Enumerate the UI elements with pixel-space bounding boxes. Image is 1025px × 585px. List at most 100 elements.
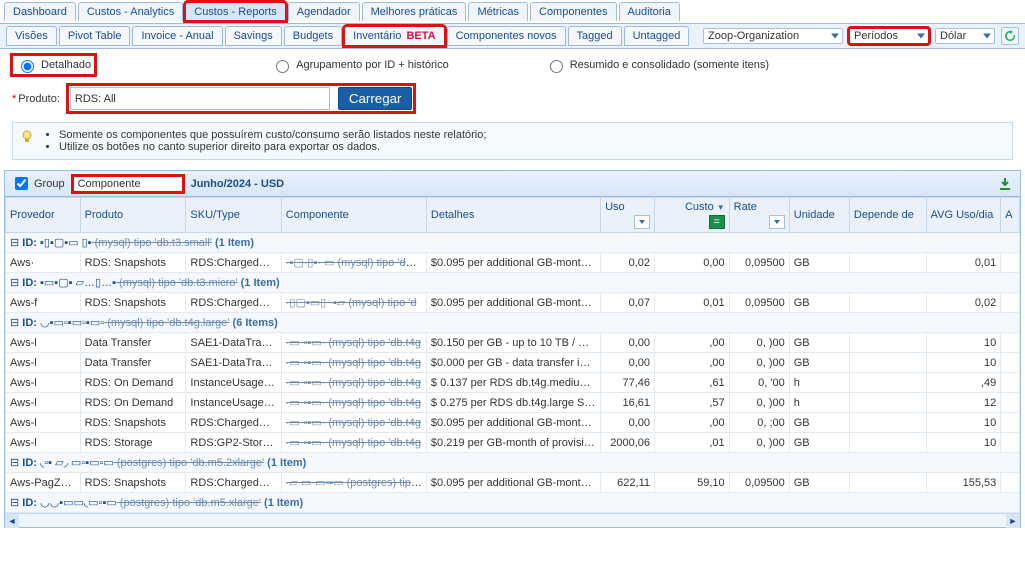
column-header[interactable]: Provedor (6, 198, 81, 233)
export-button[interactable] (996, 175, 1014, 193)
cell: InstanceUsage:… (186, 393, 281, 413)
cell: ·▪▢·▯▪· ▭ (mysql) tipo 'db.t3.s (281, 253, 426, 273)
column-header[interactable]: SKU/Type (186, 198, 281, 233)
sub-tab[interactable]: Invoice - Anual (132, 26, 222, 46)
sub-tab[interactable]: Savings (225, 26, 282, 46)
top-tab[interactable]: Custos - Reports (185, 2, 286, 21)
produto-select[interactable]: RDS: All (70, 87, 330, 110)
group-header-row[interactable]: ⊟ ID: ▪▭▪▢▪ ▱…▯…▪ (mysql) tipo 'db.t3.mi… (6, 273, 1020, 293)
table-row[interactable]: Aws-lData TransferSAE1-DataTrans…·▭·▫▪▭·… (6, 353, 1020, 373)
refresh-button[interactable] (1001, 27, 1019, 45)
view-option-summary[interactable]: Resumido e consolidado (somente itens) (545, 57, 769, 73)
filter-equals-icon[interactable]: = (709, 215, 725, 229)
radio-grouped[interactable] (276, 60, 289, 73)
sub-tab[interactable]: Tagged (568, 26, 622, 46)
column-header[interactable]: Unidade (789, 198, 849, 233)
group-checkbox[interactable]: Group (11, 174, 65, 193)
table-row[interactable]: Aws-lRDS: On DemandInstanceUsage:…·▭·▫▪▭… (6, 393, 1020, 413)
cell: RDS:ChargedBa… (186, 473, 281, 493)
info-line: Utilize os botões no canto superior dire… (59, 141, 1004, 153)
view-option-grouped[interactable]: Agrupamento por ID + histórico (271, 57, 449, 73)
sub-tab[interactable]: Budgets (284, 26, 342, 46)
column-header[interactable]: Detalhes (426, 198, 600, 233)
scroll-right-icon[interactable]: ► (1006, 514, 1020, 528)
column-header[interactable]: Custo▼= (654, 198, 729, 233)
cell: RDS: Snapshots (80, 253, 186, 273)
table-row[interactable]: Aws-lRDS: SnapshotsRDS:ChargedBa…·▭·▫▪▭·… (6, 413, 1020, 433)
cell: 2000,06 (601, 433, 655, 453)
currency-select[interactable]: Dólar (935, 28, 995, 44)
chevron-down-icon (917, 34, 925, 39)
group-select[interactable]: Componente (73, 176, 183, 192)
group-header-row[interactable]: ⊟ ID: ◡◡▪▭▭◟▭▫▪▭ (postgres) tipo 'db.m5.… (6, 493, 1020, 513)
cell: InstanceUsage:… (186, 373, 281, 393)
cell: h (789, 393, 849, 413)
cell: ·▭·▫▪▭· (mysql) tipo 'db.t4g (281, 333, 426, 353)
column-header[interactable]: Uso (601, 198, 655, 233)
cell: 10 (926, 413, 1001, 433)
column-header[interactable]: Depende de (849, 198, 926, 233)
cell: RDS:ChargedBa… (186, 253, 281, 273)
org-select[interactable]: Zoop-Organization (703, 28, 843, 44)
cell: RDS: Snapshots (80, 473, 186, 493)
group-header-row[interactable]: ⊟ ID: ◟▫▪ ▱◞ ▭▫▪▭▫▭ (postgres) tipo 'db.… (6, 453, 1020, 473)
column-header[interactable]: Rate (729, 198, 789, 233)
scroll-left-icon[interactable]: ◄ (5, 514, 19, 528)
cell: $0.150 per GB - up to 10 TB / mont… (426, 333, 600, 353)
cell: 0,07 (601, 293, 655, 313)
column-header[interactable]: Produto (80, 198, 186, 233)
cell: 0,01 (926, 253, 1001, 273)
cell: 0, )00 (729, 433, 789, 453)
filter-dropdown-icon[interactable] (769, 215, 785, 229)
top-tab[interactable]: Dashboard (4, 2, 76, 21)
cell: ,61 (654, 373, 729, 393)
horizontal-scrollbar[interactable]: ◄ ► (5, 513, 1020, 527)
cell: $0.095 per additional GB-month of … (426, 473, 600, 493)
column-header[interactable]: Componente (281, 198, 426, 233)
table-row[interactable]: Aws-lRDS: On DemandInstanceUsage:…·▭·▫▪▭… (6, 373, 1020, 393)
sub-tab[interactable]: Untagged (624, 26, 690, 46)
top-tab[interactable]: Métricas (468, 2, 528, 21)
sub-tab[interactable]: Pivot Table (59, 26, 131, 46)
cell: 0, ;00 (729, 413, 789, 433)
top-tab[interactable]: Agendador (288, 2, 360, 21)
table-row[interactable]: Aws-PagZoopRDS: SnapshotsRDS:ChargedBa…·… (6, 473, 1020, 493)
table-row[interactable]: Aws-fRDS: SnapshotsRDS:ChargedBa…·▯▢▪▭▯ … (6, 293, 1020, 313)
cell: 0,00 (601, 353, 655, 373)
top-tab[interactable]: Auditoria (619, 2, 680, 21)
cell: 0,01 (654, 293, 729, 313)
cell: ·▭·▫▪▭· (mysql) tipo 'db.t4g (281, 393, 426, 413)
cell: 77,46 (601, 373, 655, 393)
sub-tab[interactable]: Componentes novos (447, 26, 566, 46)
cell: GB (789, 433, 849, 453)
radio-detailed[interactable] (21, 60, 34, 73)
group-header-row[interactable]: ⊟ ID: ◡▪▭▫▪▭▫▪▭▫ (mysql) tipo 'db.t4g.la… (6, 313, 1020, 333)
group-header-row[interactable]: ⊟ ID: ▪▯▪▢▪▭ ▯▪ (mysql) tipo 'db.t3.smal… (6, 233, 1020, 253)
cell: 12 (926, 393, 1001, 413)
top-tab[interactable]: Melhores práticas (362, 2, 467, 21)
cell: SAE1-DataTrans… (186, 333, 281, 353)
table-row[interactable]: Aws-lData TransferSAE1-DataTrans…·▭·▫▪▭·… (6, 333, 1020, 353)
column-header[interactable]: AVG Uso/dia (926, 198, 1001, 233)
cell: RDS:GP2-Storage (186, 433, 281, 453)
cell: ,01 (654, 433, 729, 453)
filter-dropdown-icon[interactable] (634, 215, 650, 229)
cell (1001, 473, 1020, 493)
lightbulb-icon (19, 129, 35, 145)
table-row[interactable]: Aws·RDS: SnapshotsRDS:ChargedBa…·▪▢·▯▪· … (6, 253, 1020, 273)
cell: RDS: Snapshots (80, 293, 186, 313)
cell: $0.095 per additional GB-month of … (426, 293, 600, 313)
column-header[interactable]: A (1001, 198, 1020, 233)
top-tab[interactable]: Componentes (530, 2, 617, 21)
radio-summary[interactable] (550, 60, 563, 73)
top-tab[interactable]: Custos - Analytics (78, 2, 183, 21)
carregar-button[interactable]: Carregar (338, 87, 413, 110)
sub-tab[interactable]: Inventário BETA (344, 26, 445, 46)
group-checkbox-input[interactable] (15, 177, 28, 190)
sub-tab[interactable]: Visões (6, 26, 57, 46)
periodos-select[interactable]: Períodos (849, 28, 929, 44)
view-option-detailed[interactable]: Detalhado (12, 55, 95, 75)
cell: ·▭·▫▪▭· (mysql) tipo 'db.t4g (281, 433, 426, 453)
cell: 0, )00 (729, 333, 789, 353)
table-row[interactable]: Aws-lRDS: StorageRDS:GP2-Storage·▭·▫▪▭· … (6, 433, 1020, 453)
